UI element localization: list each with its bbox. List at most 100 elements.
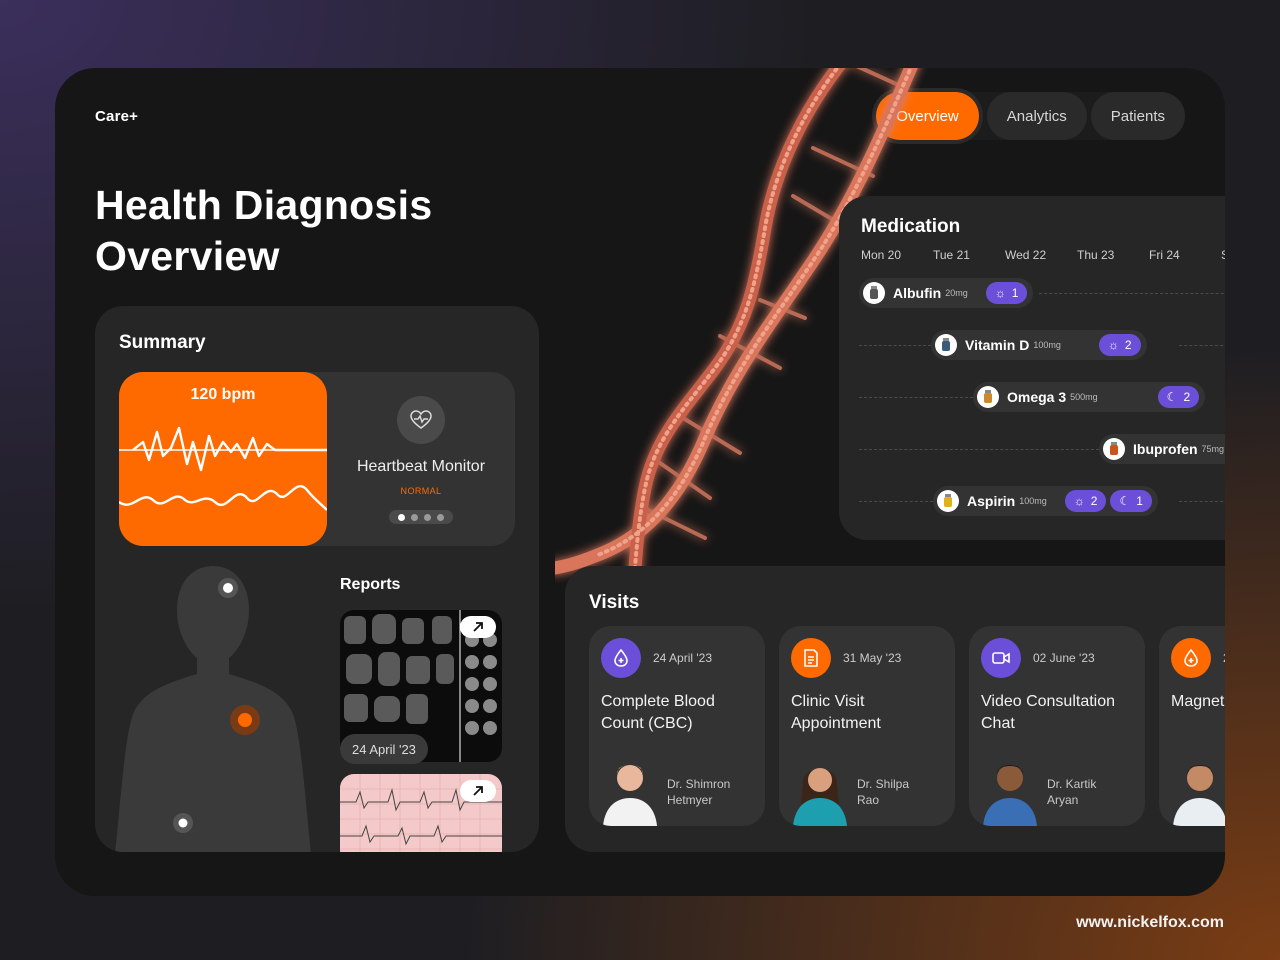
reports-title: Reports — [340, 576, 401, 593]
carousel-pager[interactable] — [389, 510, 453, 524]
visit-card[interactable]: 24 April '23 Complete Blood Count (CBC) … — [589, 626, 765, 826]
medication-dose: 100mg — [1019, 496, 1047, 506]
moon-icon: ☾ — [1166, 390, 1178, 404]
visit-title: Video Consultation Chat — [981, 693, 1116, 732]
doctor-first-name: Dr. Kartik — [1047, 777, 1097, 791]
blood-drop-icon — [1171, 638, 1211, 678]
dose-badge[interactable]: ☼ 1 — [985, 282, 1028, 304]
sun-icon: ☼ — [1107, 338, 1119, 352]
visit-title: Clinic Visit Appointment — [791, 693, 881, 732]
dose-badge[interactable]: ☾ 2 — [1157, 386, 1200, 408]
heart-rate-graph: 120 bpm — [119, 372, 327, 546]
medication-card: Medication Mon 20 Tue 21 Wed 22 Thu 23 F… — [839, 196, 1225, 540]
visit-date: 2 — [1223, 651, 1225, 665]
footer-url[interactable]: www.nickelfox.com — [1076, 914, 1224, 932]
video-icon — [981, 638, 1021, 678]
tab-analytics[interactable]: Analytics — [986, 92, 1087, 140]
report-date: 24 April '23 — [340, 734, 428, 764]
open-external-icon[interactable] — [460, 616, 496, 638]
day-label[interactable]: Wed 22 — [1005, 248, 1077, 262]
doctor-name: Dr. Shimron Hetmyer — [667, 776, 757, 808]
doctor-last-name: Hetmyer — [667, 793, 713, 807]
day-label[interactable]: Tue 21 — [933, 248, 1005, 262]
medication-name: Omega 3 — [1007, 389, 1067, 405]
medication-pill[interactable]: Albufin 20mg ☼ 1 — [859, 278, 1034, 308]
visit-title: Complete Blood Count (CBC) — [601, 693, 715, 732]
top-nav: Overview Analytics Patients — [872, 92, 1185, 140]
medication-dose: 100mg — [1033, 340, 1061, 350]
doctor-first-name: Dr. Shilpa — [857, 777, 910, 791]
medication-dose: 75mg — [1201, 444, 1225, 454]
heartbeat-info: Heartbeat Monitor NORMAL — [327, 372, 515, 546]
doctor-avatar — [603, 765, 657, 826]
visit-card[interactable]: 2 Magnet Resona — [1159, 626, 1225, 826]
doctor-avatar — [793, 768, 847, 826]
medication-pill[interactable]: Vitamin D 100mg ☼ 2 — [931, 330, 1147, 360]
page-title-line-1: Health Diagnosis — [95, 182, 433, 228]
page-title-line-2: Overview — [95, 233, 280, 279]
dose-count: 2 — [1090, 494, 1098, 508]
visit-card[interactable]: 31 May '23 Clinic Visit Appointment Dr. … — [779, 626, 955, 826]
visit-date: 31 May '23 — [843, 651, 902, 665]
bpm-value: 120 bpm — [190, 386, 256, 403]
dose-count: 1 — [1136, 494, 1143, 508]
sun-icon: ☼ — [1073, 494, 1085, 508]
dose-badge[interactable]: ☼ 2 — [1098, 334, 1141, 356]
medication-pill[interactable]: Aspirin 100mg ☼ 2 ☾ 1 — [933, 486, 1158, 516]
visits-card: Visits 24 April '23 Complete Blood Count… — [565, 566, 1225, 852]
visit-card[interactable]: 02 June '23 Video Consultation Chat Dr. … — [969, 626, 1145, 826]
dose-badge[interactable]: ☾ 1 — [1110, 490, 1152, 512]
report-thumbnail-ecg[interactable] — [340, 774, 502, 852]
pill-bottle-icon — [935, 334, 957, 356]
tab-overview[interactable]: Overview — [876, 92, 979, 140]
medication-dose: 20mg — [945, 288, 968, 298]
pager-dot[interactable] — [411, 513, 418, 521]
medication-name: Aspirin — [967, 493, 1016, 509]
visit-title: Magnet Resona — [1171, 693, 1225, 710]
app-window: Care+ Overview Analytics Patients Health… — [55, 68, 1225, 896]
open-external-icon[interactable] — [460, 780, 496, 802]
day-label[interactable]: Sa — [1221, 248, 1225, 262]
summary-title: Summary — [119, 332, 206, 353]
medication-name: Vitamin D — [965, 337, 1030, 353]
heartbeat-monitor-label: Heartbeat Monitor — [356, 458, 486, 475]
brand-logo[interactable]: Care+ — [95, 108, 138, 125]
doctor-avatar — [983, 765, 1037, 826]
pill-bottle-icon — [937, 490, 959, 512]
heart-pulse-icon — [397, 396, 445, 444]
moon-icon: ☾ — [1119, 494, 1131, 508]
visit-date: 24 April '23 — [653, 651, 712, 665]
body-map — [115, 566, 311, 852]
pill-bottle-icon — [863, 282, 885, 304]
doctor-last-name: Rao — [857, 793, 880, 807]
doctor-first-name: Dr. Shimron — [667, 777, 731, 791]
pager-dot[interactable] — [424, 513, 431, 521]
visits-title: Visits — [589, 592, 640, 613]
pager-dot[interactable] — [398, 513, 405, 521]
week-days: Mon 20 Tue 21 Wed 22 Thu 23 Fri 24 Sa — [861, 248, 1225, 262]
heartbeat-widget[interactable]: 120 bpm Heartbeat Monitor NORMAL — [119, 372, 515, 546]
day-label[interactable]: Fri 24 — [1149, 248, 1221, 262]
page-title: Health Diagnosis Overview — [95, 180, 432, 282]
pager-dot[interactable] — [437, 513, 444, 521]
doctor-name: Dr. Shilpa Rao — [857, 776, 947, 808]
blood-drop-icon — [601, 638, 641, 678]
dose-count: 2 — [1183, 390, 1191, 404]
doctor-last-name: Aryan — [1047, 793, 1079, 807]
medication-pill[interactable]: Omega 3 500mg ☾ 2 — [973, 382, 1206, 412]
doctor-name: Dr. Kartik Aryan — [1047, 776, 1137, 808]
sun-icon: ☼ — [994, 286, 1006, 300]
dose-count: 2 — [1124, 338, 1132, 352]
day-label[interactable]: Thu 23 — [1077, 248, 1149, 262]
dose-badge[interactable]: ☼ 2 — [1064, 490, 1107, 512]
medication-title: Medication — [861, 216, 961, 237]
heartbeat-status: NORMAL — [400, 486, 442, 496]
doctor-avatar — [1173, 765, 1225, 826]
dose-count: 1 — [1011, 286, 1019, 300]
medication-pill[interactable]: Ibuprofen 75mg — [1099, 434, 1225, 464]
day-label[interactable]: Mon 20 — [861, 248, 933, 262]
tab-patients[interactable]: Patients — [1090, 92, 1185, 140]
pill-bottle-icon — [977, 386, 999, 408]
medication-dose: 500mg — [1070, 392, 1098, 402]
pill-bottle-icon — [1103, 438, 1125, 460]
